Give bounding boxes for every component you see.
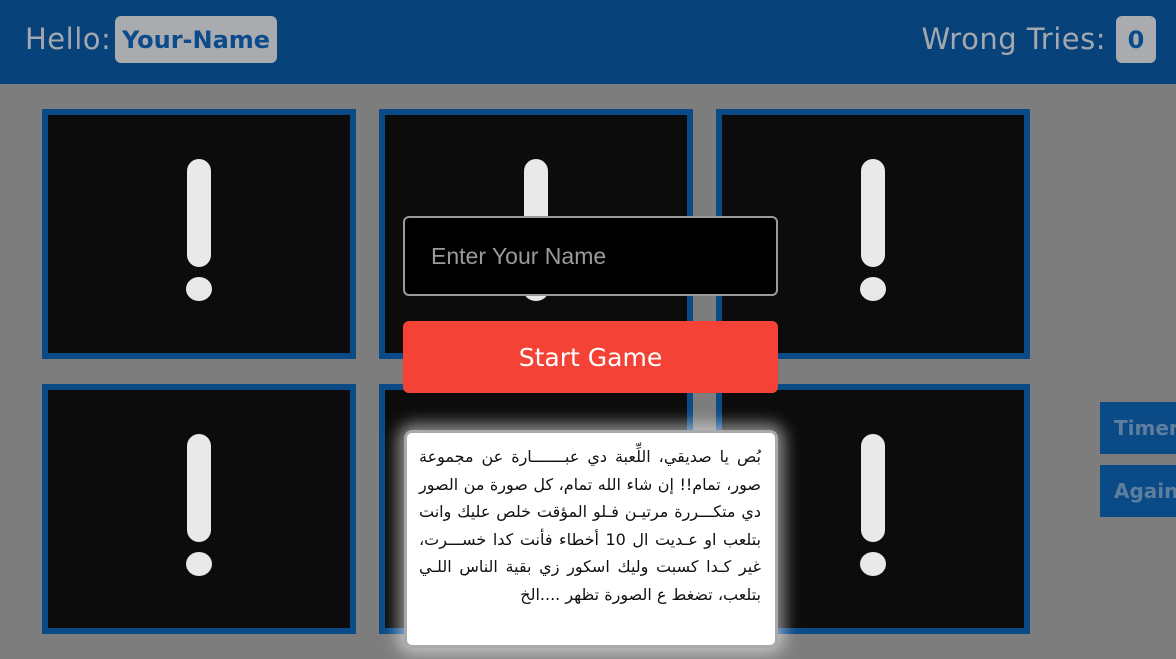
exclamation-icon — [186, 434, 212, 576]
exclamation-icon — [860, 434, 886, 576]
exclamation-icon — [860, 159, 886, 301]
timer-button[interactable]: Timer — [1100, 402, 1176, 454]
hello-label: Hello: — [25, 22, 112, 56]
card-back — [48, 390, 350, 628]
wrong-tries-label: Wrong Tries: — [921, 22, 1106, 56]
memory-card[interactable] — [42, 109, 356, 359]
play-again-button[interactable]: Again — [1100, 465, 1176, 517]
wrong-tries-count: 0 — [1116, 16, 1156, 63]
top-bar: Hello: Your-Name Wrong Tries: 0 — [0, 0, 1176, 84]
game-rules-text: بُص يا صديقي، اللِّعبة دي عبـــــــارة ع… — [404, 430, 778, 648]
player-name-input[interactable] — [403, 216, 778, 296]
memory-card[interactable] — [42, 384, 356, 634]
start-game-button[interactable]: Start Game — [403, 321, 778, 393]
card-back — [48, 115, 350, 353]
player-name-badge: Your-Name — [115, 16, 277, 63]
exclamation-icon — [186, 159, 212, 301]
